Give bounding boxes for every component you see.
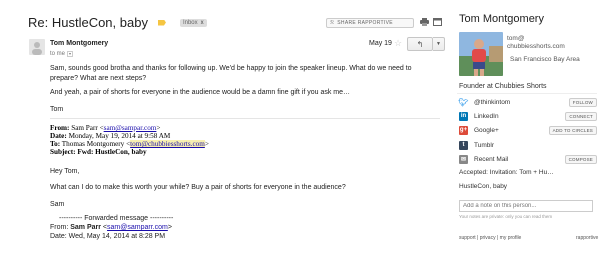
message-date: May 19	[369, 40, 392, 47]
quoted-question: What can I do to make this worth your wh…	[50, 184, 346, 191]
sender-name[interactable]: Tom Montgomery	[50, 40, 108, 47]
rapportive-logo-icon: ℛ	[330, 20, 335, 26]
quote-divider	[50, 118, 440, 119]
linkedin-label[interactable]: LinkedIn	[474, 113, 499, 120]
default-avatar-icon	[32, 42, 42, 55]
twitter-handle[interactable]: @thinkintom	[474, 99, 510, 106]
to-email-link[interactable]: tom@chubbiesshorts.com	[130, 140, 205, 148]
contact-title: Founder at Chubbies Shorts	[459, 83, 547, 90]
connect-button[interactable]: CONNECT	[565, 111, 597, 121]
contact-email-user: tom@	[507, 35, 525, 42]
quoted-greeting: Hey Tom,	[50, 168, 80, 175]
sidebar-divider	[457, 93, 597, 94]
twitter-row[interactable]: 🐦︎ @thinkintom FOLLOW	[458, 96, 597, 108]
subject-value: Fwd: HustleCon, baby	[77, 148, 147, 156]
rapportive-sidebar: Tom Montgomery tom@ chubbiesshorts.com S…	[452, 0, 600, 254]
quoted-signoff: Sam	[50, 201, 65, 208]
inbox-label-text: Inbox	[182, 19, 198, 26]
note-help-text: Your notes are private: only you can rea…	[459, 214, 553, 219]
follow-button[interactable]: FOLLOW	[568, 97, 597, 107]
sidebar-footer-links[interactable]: support | privacy | my profile	[459, 235, 521, 241]
subject-bar: Re: HustleCon, baby Inbox x	[28, 15, 207, 30]
reply-paragraph-2: And yeah, a pair of shorts for everyone …	[50, 89, 351, 96]
contact-photo	[459, 32, 503, 76]
reply-button[interactable]: ↰	[407, 37, 433, 51]
linkedin-icon: in	[459, 111, 468, 121]
twitter-icon: 🐦︎	[458, 97, 469, 107]
note-input[interactable]	[459, 200, 593, 212]
new-window-icon[interactable]	[433, 18, 442, 26]
reply-paragraph-1: Sam, sounds good brotha and thanks for f…	[50, 65, 412, 82]
sender-avatar[interactable]	[29, 39, 45, 55]
email-pane: Re: HustleCon, baby Inbox x ℛ SHARE RAPP…	[0, 0, 447, 254]
remove-label-icon[interactable]: x	[201, 20, 204, 26]
rapportive-brand[interactable]: rapportive	[576, 235, 598, 241]
from-email-link[interactable]: sam@sampar.com	[104, 124, 157, 132]
forwarded-date-line: Date: Wed, May 14, 2014 at 8:28 PM	[50, 233, 166, 240]
contact-location: San Francisco Bay Area	[510, 56, 580, 63]
googleplus-row[interactable]: g+ Google+ ADD TO CIRCLES	[459, 124, 597, 136]
subject-label: Subject:	[50, 148, 76, 156]
contact-name: Tom Montgomery	[459, 13, 544, 25]
tumblr-icon: t	[459, 140, 468, 150]
contact-email[interactable]: tom@ chubbiesshorts.com	[507, 35, 597, 51]
date-value: Monday, May 19, 2014 at 9:58 AM	[68, 132, 171, 140]
rapportive-share-button[interactable]: ℛ SHARE RAPPORTIVE	[326, 18, 414, 28]
from-label: From:	[50, 124, 70, 132]
details-toggle-icon[interactable]: ▾	[67, 51, 74, 57]
googleplus-label[interactable]: Google+	[474, 127, 499, 134]
tumblr-label[interactable]: Tumblr	[474, 142, 494, 149]
google-plus-icon: g+	[459, 125, 468, 135]
recent-mail-label: Recent Mail	[474, 155, 509, 163]
reply-icon: ↰	[416, 39, 424, 49]
to-name: Thomas Montgomery	[61, 140, 125, 148]
recent-mail-item-2[interactable]: HustleCon, baby	[459, 183, 507, 190]
recent-mail-row: ✉ Recent Mail COMPOSE	[459, 153, 597, 165]
tumblr-row[interactable]: t Tumblr	[459, 139, 597, 151]
fwd-from-name: Sam Parr	[70, 224, 101, 231]
star-icon[interactable]: ☆	[394, 38, 402, 49]
mail-icon: ✉	[459, 154, 468, 164]
linkedin-row[interactable]: in LinkedIn CONNECT	[459, 110, 597, 122]
recipient-text: to me	[50, 51, 66, 57]
date-label: Date:	[50, 132, 67, 140]
add-to-circles-button[interactable]: ADD TO CIRCLES	[548, 125, 597, 135]
print-icon[interactable]	[420, 18, 429, 26]
to-label: To:	[50, 140, 61, 148]
importance-marker-icon[interactable]	[157, 19, 166, 26]
compose-button[interactable]: COMPOSE	[564, 154, 597, 164]
quoted-subject-line: Subject: Fwd: HustleCon, baby	[50, 148, 147, 157]
from-name: Sam Parr	[71, 124, 98, 132]
contact-email-domain: chubbiesshorts.com	[507, 43, 565, 50]
email-subject: Re: HustleCon, baby	[28, 15, 148, 30]
reply-signature: Tom	[50, 106, 64, 113]
fwd-from-email-link[interactable]: sam@samparr.com	[107, 224, 168, 231]
rapportive-share-label: SHARE RAPPORTIVE	[337, 20, 393, 26]
chevron-down-icon: ▼	[436, 41, 441, 47]
recipient-line: to me ▾	[50, 51, 74, 57]
more-actions-button[interactable]: ▼	[433, 37, 445, 51]
contact-photo-image	[459, 32, 503, 76]
recent-mail-item-1[interactable]: Accepted: Invitation: Tom + Hu…	[459, 169, 554, 176]
fwd-from-label: From:	[50, 224, 69, 231]
inbox-label[interactable]: Inbox x	[179, 18, 207, 27]
